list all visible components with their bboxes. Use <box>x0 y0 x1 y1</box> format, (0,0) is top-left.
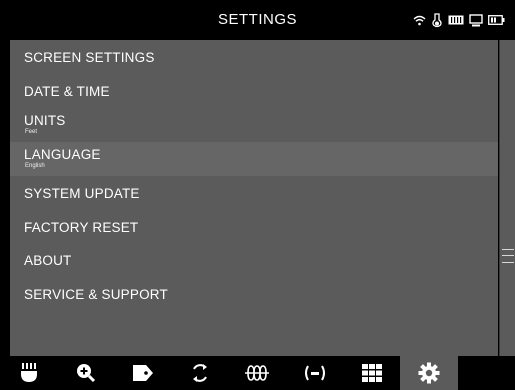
scrollbar[interactable] <box>499 40 515 356</box>
settings-button[interactable] <box>400 356 458 390</box>
menu-item-label: SCREEN SETTINGS <box>24 50 155 65</box>
waveform-button[interactable] <box>229 356 286 390</box>
battery-icon <box>488 15 505 25</box>
menu-item-factory-reset[interactable]: FACTORY RESET <box>10 210 498 244</box>
wifi-icon <box>413 15 426 26</box>
gear-icon <box>418 362 440 384</box>
scrollbar-thumb[interactable] <box>502 249 514 263</box>
grid-button[interactable] <box>343 356 400 390</box>
menu-item-system-update[interactable]: SYSTEM UPDATE <box>10 176 498 210</box>
zoom-in-icon <box>76 363 96 383</box>
menu-item-label: ABOUT <box>24 253 72 268</box>
rotate-button[interactable] <box>172 356 229 390</box>
grid-icon <box>361 363 383 383</box>
waveform-icon <box>245 364 270 382</box>
signal-icon <box>303 364 327 382</box>
zoom-button[interactable] <box>57 356 114 390</box>
menu-item-units[interactable]: UNITS Feet <box>10 108 498 142</box>
rotate-icon <box>190 363 210 383</box>
temperature-icon <box>431 12 443 28</box>
probe-icon <box>19 362 39 384</box>
menu-item-label: FACTORY RESET <box>24 220 139 235</box>
title-bar: SETTINGS <box>0 0 515 40</box>
menu-item-service-support[interactable]: SERVICE & SUPPORT <box>10 278 498 312</box>
menu-item-about[interactable]: ABOUT <box>10 244 498 278</box>
settings-list: SCREEN SETTINGS DATE & TIME UNITS Feet L… <box>10 40 498 356</box>
menu-item-label: DATE & TIME <box>24 84 110 99</box>
status-bar <box>413 11 505 29</box>
menu-item-value: English <box>25 163 45 169</box>
menu-item-value: Feet <box>25 129 38 135</box>
storage-icon <box>448 15 464 25</box>
signal-button[interactable] <box>286 356 343 390</box>
bottom-toolbar <box>0 356 515 390</box>
menu-item-label: UNITS <box>24 113 66 128</box>
menu-item-date-time[interactable]: DATE & TIME <box>10 75 498 109</box>
menu-item-screen-settings[interactable]: SCREEN SETTINGS <box>10 41 498 75</box>
menu-item-label: SERVICE & SUPPORT <box>24 287 168 302</box>
menu-item-label: LANGUAGE <box>24 147 101 162</box>
tag-icon <box>132 364 154 382</box>
monitor-icon <box>469 13 483 27</box>
menu-item-label: SYSTEM UPDATE <box>24 186 140 201</box>
tag-button[interactable] <box>114 356 171 390</box>
menu-item-language[interactable]: LANGUAGE English <box>10 142 498 176</box>
probe-button[interactable] <box>0 356 57 390</box>
